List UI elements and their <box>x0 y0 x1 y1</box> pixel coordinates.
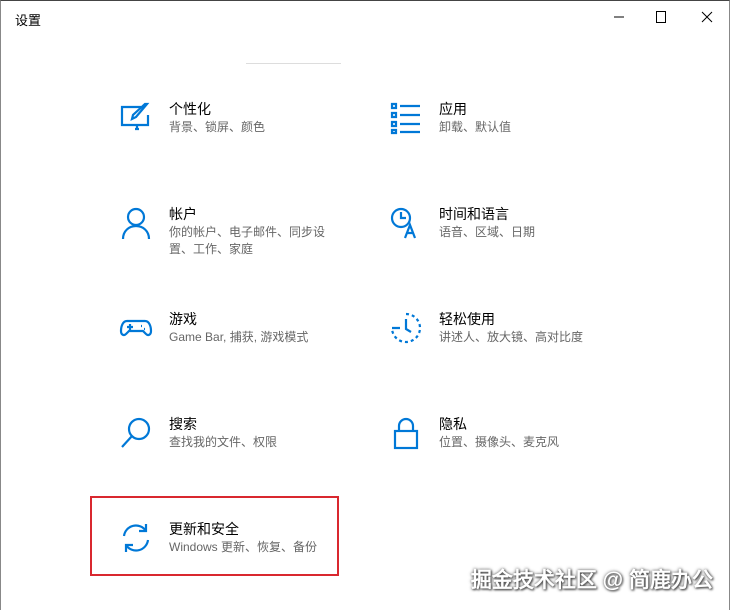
tile-subtitle: 位置、摄像头、麦克风 <box>439 435 560 449</box>
tile-subtitle: 背景、锁屏、颜色 <box>169 120 266 134</box>
search-box-edge <box>246 63 341 64</box>
tile-subtitle: 你的帐户、电子邮件、同步设置、工作、家庭 <box>169 225 326 256</box>
tile-accounts[interactable]: 帐户你的帐户、电子邮件、同步设置、工作、家庭 <box>119 204 359 258</box>
maximize-button[interactable] <box>638 1 684 33</box>
tile-search[interactable]: 搜索查找我的文件、权限 <box>119 414 359 451</box>
tile-title: 搜索 <box>169 416 197 432</box>
minimize-button[interactable] <box>596 1 642 33</box>
gaming-icon <box>119 311 153 345</box>
tile-subtitle: 查找我的文件、权限 <box>169 435 278 449</box>
tile-title: 帐户 <box>169 206 197 222</box>
tile-apps[interactable]: 应用 卸载、默认值 <box>389 99 629 136</box>
tile-subtitle: 讲述人、放大镜、高对比度 <box>439 330 584 344</box>
time-language-icon <box>389 206 423 240</box>
tile-title: 隐私 <box>439 416 467 432</box>
tile-title: 时间和语言 <box>439 206 509 222</box>
tile-ease-of-access[interactable]: 轻松使用讲述人、放大镜、高对比度 <box>389 309 629 346</box>
tile-subtitle: Game Bar, 捕获, 游戏模式 <box>169 330 309 344</box>
lock-icon <box>389 416 423 450</box>
personalization-icon <box>119 101 153 135</box>
watermark: 掘金技术社区 @ 简鹿办公 <box>470 569 713 592</box>
tile-title: 轻松使用 <box>439 311 495 327</box>
tile-title: 游戏 <box>169 311 197 327</box>
window-title: 设置 <box>15 13 42 28</box>
tile-gaming[interactable]: 游戏 Game Bar, 捕获, 游戏模式 <box>119 309 359 346</box>
search-icon <box>119 416 153 450</box>
tile-time-language[interactable]: 时间和语言语音、区域、日期 <box>389 204 629 241</box>
tile-title: 应用 <box>439 101 467 117</box>
account-icon <box>119 206 153 240</box>
tile-subtitle: 卸载、默认值 <box>439 120 512 134</box>
tile-privacy[interactable]: 隐私位置、摄像头、麦克风 <box>389 414 629 451</box>
apps-icon <box>389 101 423 135</box>
ease-of-access-icon <box>389 311 423 345</box>
tile-personalization[interactable]: 个性化背景、锁屏、颜色 <box>119 99 359 136</box>
tile-title: 个性化 <box>169 101 211 117</box>
highlight-box <box>90 496 339 576</box>
close-button[interactable] <box>684 1 730 33</box>
tile-subtitle: 语音、区域、日期 <box>439 225 536 239</box>
